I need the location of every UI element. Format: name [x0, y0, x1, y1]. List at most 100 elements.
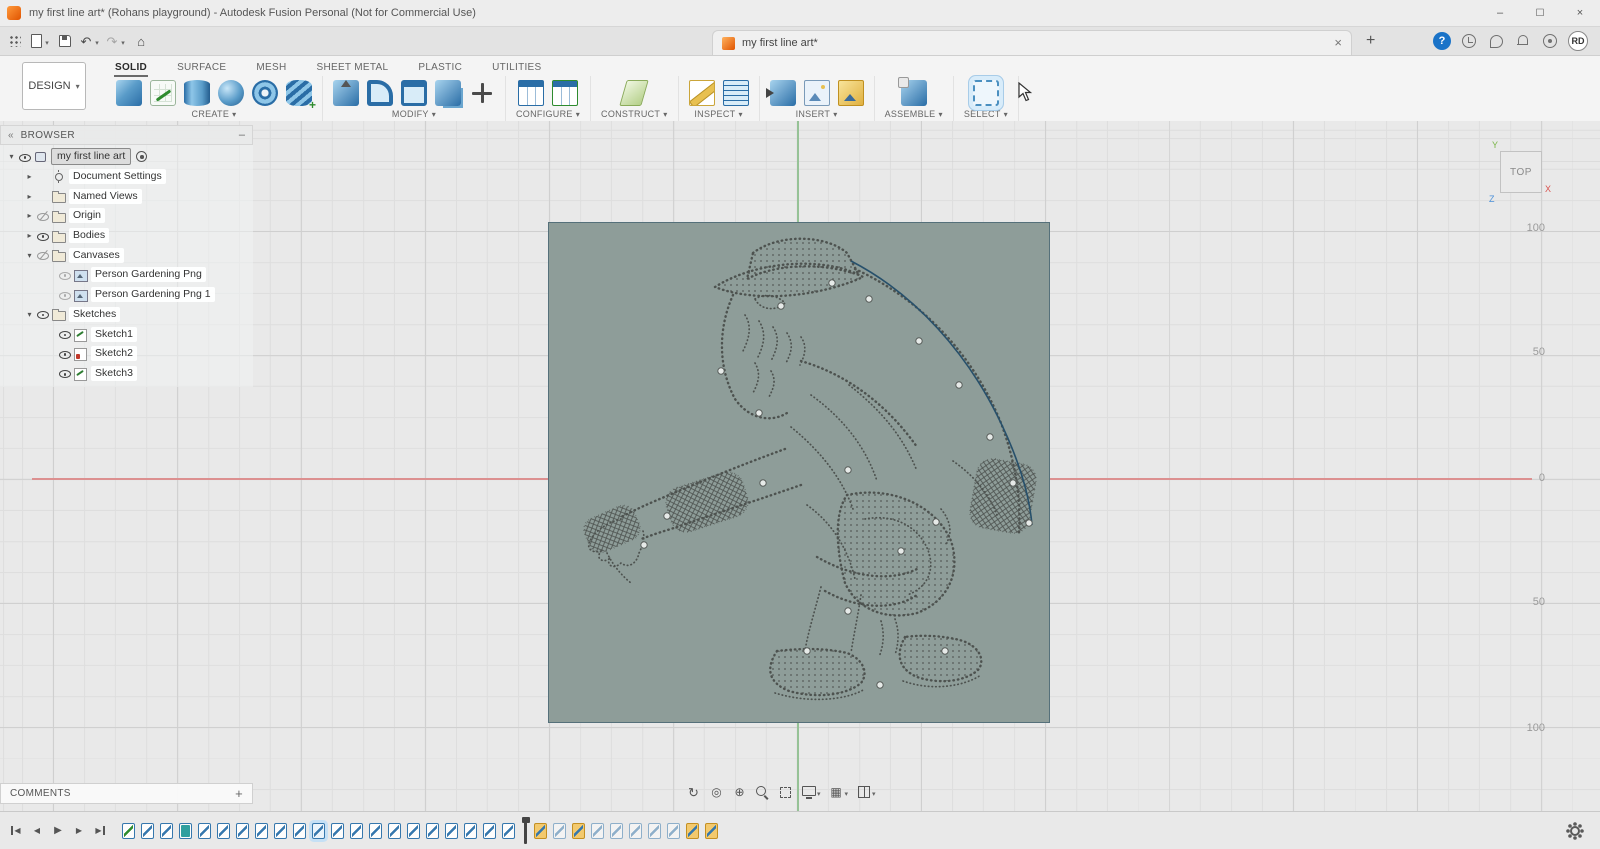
person-gardening-canvas[interactable]: .sp{fill:none;stroke:#4d524f;stroke-widt… — [548, 222, 1050, 723]
measure-icon[interactable] — [689, 80, 715, 106]
timeline-feature-icon[interactable] — [483, 823, 496, 839]
timeline-feature-icon[interactable] — [426, 823, 439, 839]
timeline-feature-icon[interactable] — [217, 823, 230, 839]
timeline-settings-icon[interactable] — [1570, 826, 1580, 836]
timeline-feature-icon[interactable] — [388, 823, 401, 839]
insert-canvas-icon[interactable] — [838, 80, 864, 106]
browser-tree-row[interactable]: Person Gardening Png 1 — [0, 285, 253, 305]
go-to-end-icon[interactable] — [92, 823, 108, 839]
fit-icon[interactable] — [778, 785, 793, 800]
node-label[interactable]: Person Gardening Png — [91, 267, 206, 282]
timeline-marker[interactable] — [524, 818, 527, 844]
browser-tree-row[interactable]: Document Settings — [0, 167, 253, 187]
close-tab-icon[interactable] — [1334, 34, 1342, 52]
workspace-selector[interactable]: DESIGN — [22, 62, 86, 110]
visibility-eye-icon[interactable] — [35, 229, 51, 243]
fillet-icon[interactable] — [367, 80, 393, 106]
timeline-feature-icon[interactable] — [705, 823, 718, 839]
timeline-feature-icon[interactable] — [553, 823, 566, 839]
section-analysis-icon[interactable] — [723, 80, 749, 106]
ribbon-group-dropdown[interactable]: ASSEMBLE — [885, 109, 943, 119]
save-icon[interactable] — [55, 29, 75, 53]
recent-icon[interactable] — [1460, 32, 1478, 50]
browser-tree-row[interactable]: Bodies — [0, 226, 253, 246]
node-label[interactable]: Canvases — [69, 248, 124, 263]
expand-arrow-icon[interactable] — [24, 192, 35, 201]
visibility-eye-icon[interactable] — [57, 268, 73, 282]
new-component-icon[interactable] — [116, 80, 142, 106]
user-avatar[interactable]: RD — [1568, 31, 1588, 51]
node-label[interactable]: Named Views — [69, 189, 142, 204]
timeline-feature-icon[interactable] — [141, 823, 154, 839]
play-icon[interactable] — [50, 823, 66, 839]
visibility-eye-icon[interactable] — [57, 366, 73, 380]
browser-tree-row[interactable]: Person Gardening Png — [0, 265, 253, 285]
timeline-feature-icon[interactable] — [534, 823, 547, 839]
ribbon-tab[interactable]: SURFACE — [176, 60, 227, 75]
sphere-icon[interactable] — [218, 80, 244, 106]
timeline-feature-icon[interactable] — [179, 823, 192, 839]
coil-icon[interactable] — [286, 80, 312, 106]
document-tab[interactable]: my first line art* — [712, 30, 1352, 55]
timeline-feature-icon[interactable] — [350, 823, 363, 839]
construction-plane-icon[interactable] — [620, 80, 649, 106]
visibility-eye-icon[interactable] — [35, 209, 51, 223]
timeline-feature-icon[interactable] — [312, 823, 325, 839]
cylinder-icon[interactable] — [184, 80, 210, 106]
configure-features-icon[interactable] — [552, 80, 578, 106]
model-viewport[interactable]: .sp{fill:none;stroke:#4d524f;stroke-widt… — [0, 121, 1600, 811]
pan-icon[interactable] — [732, 785, 747, 800]
app-grid-icon[interactable] — [5, 29, 25, 53]
minimize-panel-icon[interactable] — [239, 129, 245, 141]
expand-arrow-icon[interactable] — [24, 251, 35, 260]
browser-tree-row[interactable]: Sketch3 — [0, 364, 253, 384]
look-at-icon[interactable] — [709, 785, 724, 800]
new-tab-button[interactable]: + — [1366, 27, 1375, 55]
ribbon-tab[interactable]: SOLID — [114, 60, 148, 75]
visibility-eye-icon[interactable] — [35, 248, 51, 262]
torus-icon[interactable] — [252, 80, 278, 106]
new-component-assemble-icon[interactable] — [901, 80, 927, 106]
expand-arrow-icon[interactable] — [24, 231, 35, 240]
undo-icon[interactable] — [79, 29, 101, 53]
ribbon-group-dropdown[interactable]: INSPECT — [694, 109, 742, 119]
select-tool-icon[interactable] — [973, 80, 999, 106]
expand-arrow-icon[interactable] — [24, 172, 35, 181]
shell-icon[interactable] — [401, 80, 427, 106]
expand-arrow-icon[interactable] — [24, 211, 35, 220]
combine-icon[interactable] — [435, 80, 461, 106]
move-copy-icon[interactable] — [469, 80, 495, 106]
timeline-feature-icon[interactable] — [629, 823, 642, 839]
close-button[interactable]: × — [1560, 0, 1600, 26]
timeline-feature-icon[interactable] — [274, 823, 287, 839]
timeline-feature-icon[interactable] — [667, 823, 680, 839]
configuration-table-icon[interactable] — [518, 80, 544, 106]
job-status-icon[interactable] — [1541, 32, 1559, 50]
notifications-icon[interactable] — [1514, 32, 1532, 50]
browser-tree-row[interactable]: Sketch1 — [0, 324, 253, 344]
go-to-beginning-icon[interactable] — [8, 823, 24, 839]
create-sketch-icon[interactable] — [150, 80, 176, 106]
grid-display-icon[interactable] — [829, 783, 849, 801]
timeline-feature-icon[interactable] — [236, 823, 249, 839]
timeline-feature-icon[interactable] — [331, 823, 344, 839]
timeline-feature-icon[interactable] — [686, 823, 699, 839]
zoom-icon[interactable] — [755, 785, 770, 800]
file-menu-icon[interactable] — [29, 29, 51, 53]
browser-tree-row[interactable]: Canvases — [0, 245, 253, 265]
browser-tree-row[interactable]: Sketch2 — [0, 344, 253, 364]
timeline-feature-icon[interactable] — [445, 823, 458, 839]
ribbon-group-dropdown[interactable]: SELECT — [964, 109, 1008, 119]
press-pull-icon[interactable] — [333, 80, 359, 106]
timeline-feature-icon[interactable] — [255, 823, 268, 839]
minimize-button[interactable]: – — [1480, 0, 1520, 26]
node-label[interactable]: Sketches — [69, 307, 120, 322]
visibility-eye-icon[interactable] — [57, 347, 73, 361]
step-forward-icon[interactable] — [71, 823, 87, 839]
node-label[interactable]: my first line art — [51, 148, 131, 165]
timeline-feature-icon[interactable] — [591, 823, 604, 839]
timeline-feature-icon[interactable] — [610, 823, 623, 839]
add-comment-button[interactable]: + — [235, 786, 243, 801]
ribbon-tab[interactable]: UTILITIES — [491, 60, 542, 75]
step-back-icon[interactable] — [29, 823, 45, 839]
